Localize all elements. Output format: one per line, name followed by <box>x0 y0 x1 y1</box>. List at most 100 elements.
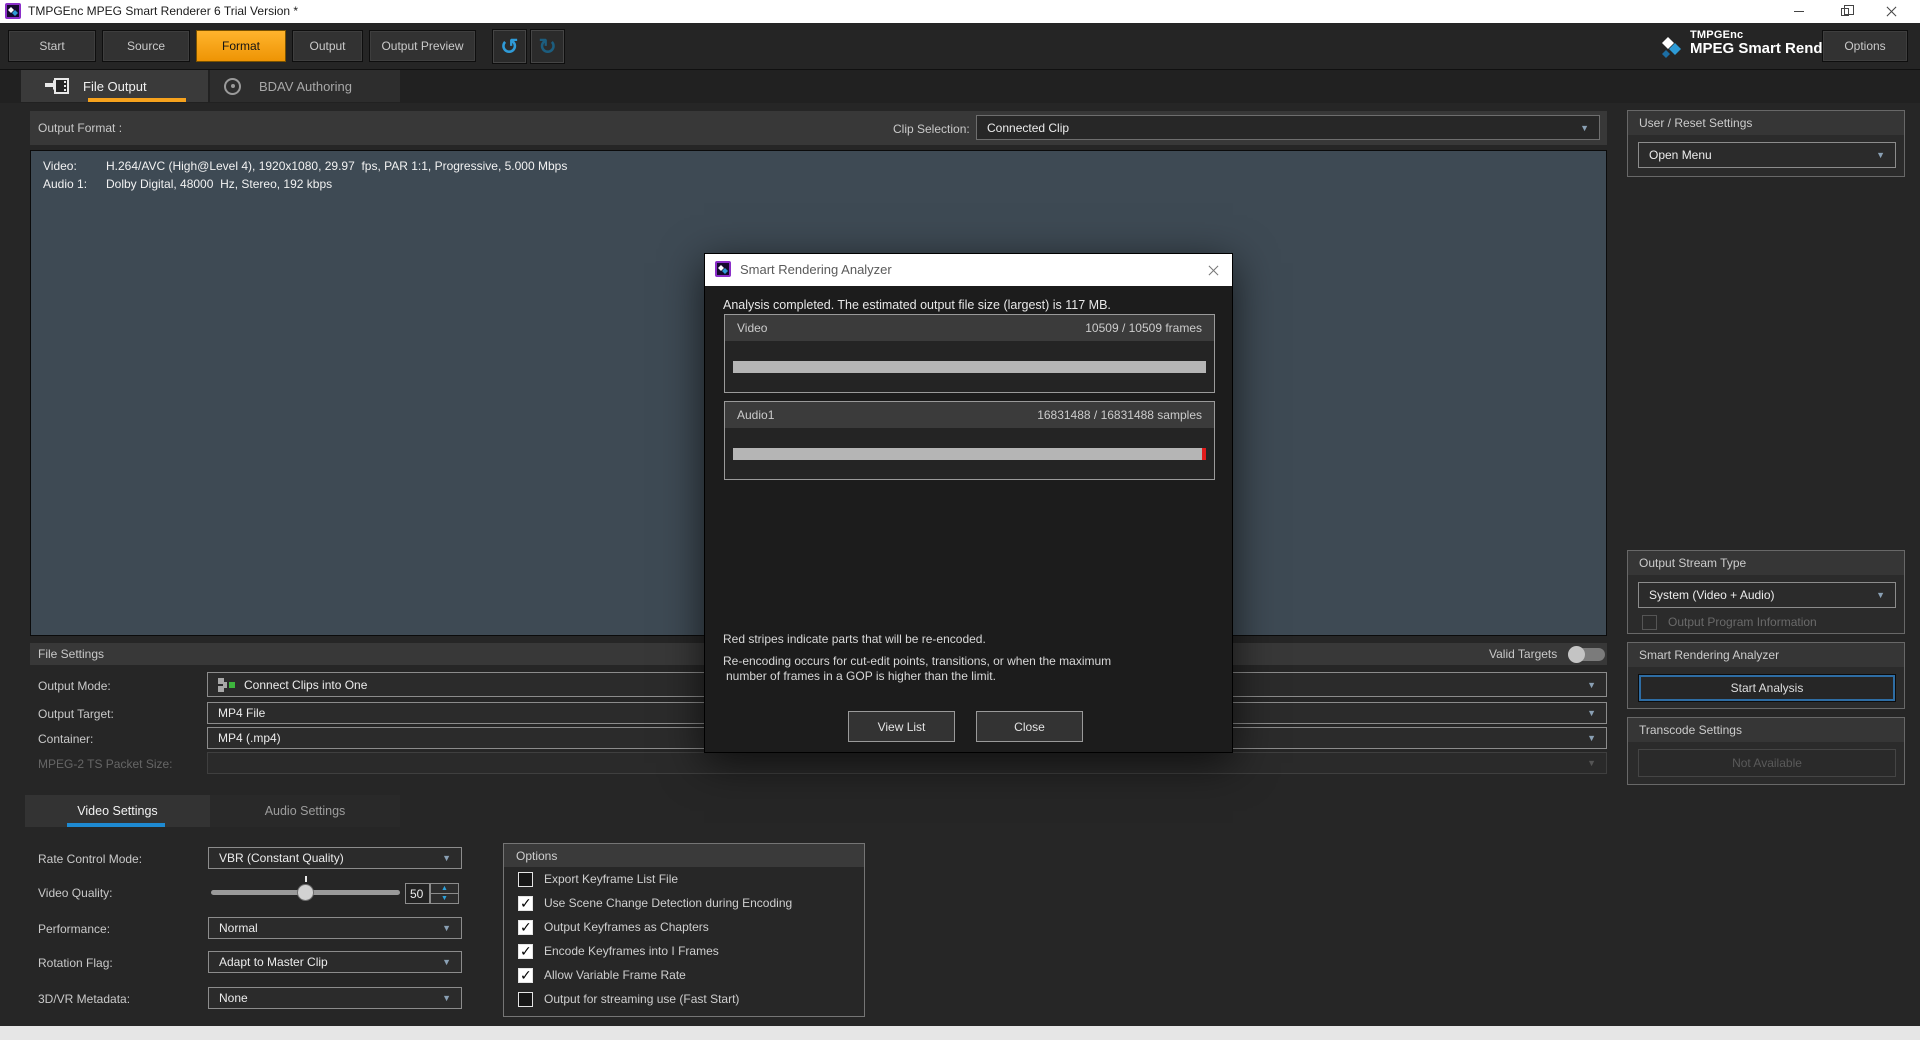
undo-button[interactable] <box>492 29 527 64</box>
rotation-flag-dropdown[interactable]: Adapt to Master Clip <box>208 951 462 973</box>
slider-tick <box>305 876 307 882</box>
output-target-label: Output Target: <box>38 707 114 721</box>
performance-value: Normal <box>219 921 258 935</box>
view-list-button[interactable]: View List <box>848 711 955 742</box>
options-button[interactable]: Options <box>1822 30 1908 62</box>
checkbox[interactable] <box>518 944 533 959</box>
option-keyframes-iframes[interactable]: Encode Keyframes into I Frames <box>504 939 864 963</box>
transcode-settings-title: Transcode Settings <box>1628 718 1904 742</box>
option-fast-start[interactable]: Output for streaming use (Fast Start) <box>504 987 864 1011</box>
output-target-value: MP4 File <box>218 706 265 720</box>
quality-spin-down[interactable] <box>430 893 459 904</box>
transcode-settings-group: Transcode Settings Not Available <box>1627 717 1905 785</box>
dialog-note-reencoding-2: number of frames in a GOP is higher than… <box>726 669 996 683</box>
output-program-info-option: Output Program Information <box>1628 610 1904 634</box>
valid-targets-toggle[interactable] <box>1568 648 1605 661</box>
video-progress-count: 10509 / 10509 frames <box>1085 321 1202 335</box>
toggle-knob <box>1568 646 1585 663</box>
checkbox <box>1642 615 1657 630</box>
option-variable-framerate[interactable]: Allow Variable Frame Rate <box>504 963 864 987</box>
audio-info-label: Audio 1: <box>43 177 87 191</box>
checkbox[interactable] <box>518 896 533 911</box>
dialog-close-button[interactable] <box>1204 262 1222 280</box>
video-quality-label: Video Quality: <box>38 886 113 900</box>
dialog-app-icon <box>715 261 731 277</box>
tab-file-output-label: File Output <box>83 79 147 94</box>
close-icon <box>1886 7 1896 17</box>
checkbox[interactable] <box>518 968 533 983</box>
dialog-note-red-stripes: Red stripes indicate parts that will be … <box>723 632 986 646</box>
output-format-label: Output Format : <box>38 121 122 135</box>
output-stream-type-value: System (Video + Audio) <box>1649 588 1775 602</box>
output-stream-type-group: Output Stream Type System (Video + Audio… <box>1627 550 1905 634</box>
audio-info-value: Dolby Digital, 48000 Hz, Stereo, 192 kbp… <box>106 177 332 191</box>
video-quality-slider-handle[interactable] <box>297 884 314 901</box>
rate-control-dropdown[interactable]: VBR (Constant Quality) <box>208 847 462 869</box>
audio-progress-label: Audio1 <box>737 408 774 422</box>
window-bottom-edge <box>0 1026 1920 1040</box>
close-button[interactable] <box>1868 0 1914 23</box>
video-quality-value: 50 <box>410 887 423 901</box>
dialog-close-icon <box>1208 266 1218 276</box>
checkbox[interactable] <box>518 992 533 1007</box>
option-label: Export Keyframe List File <box>544 872 678 886</box>
ts-packet-size-label: MPEG-2 TS Packet Size: <box>38 757 173 771</box>
audio-progress-group: Audio1 16831488 / 16831488 samples <box>724 401 1215 480</box>
option-keyframes-chapters[interactable]: Output Keyframes as Chapters <box>504 915 864 939</box>
option-label: Use Scene Change Detection during Encodi… <box>544 896 792 910</box>
app-icon <box>5 3 21 19</box>
smart-rendering-analyzer-title: Smart Rendering Analyzer <box>1628 643 1904 667</box>
restore-button[interactable] <box>1822 0 1868 23</box>
video-info-value: H.264/AVC (High@Level 4), 1920x1080, 29.… <box>106 159 567 173</box>
video-settings-underline <box>67 823 165 827</box>
tab-output[interactable]: Output <box>292 30 363 62</box>
valid-targets-label: Valid Targets <box>1489 647 1557 661</box>
os-titlebar: TMPGEnc MPEG Smart Renderer 6 Trial Vers… <box>0 0 1920 23</box>
performance-label: Performance: <box>38 922 110 936</box>
video-progress-bar <box>733 361 1206 373</box>
clip-selection-value: Connected Clip <box>987 121 1069 135</box>
smart-rendering-analyzer-group: Smart Rendering Analyzer Start Analysis <box>1627 642 1905 709</box>
rate-control-value: VBR (Constant Quality) <box>219 851 344 865</box>
clip-selection-dropdown[interactable]: Connected Clip <box>976 115 1600 140</box>
main-toolbar: Start Source Format Output Output Previe… <box>0 23 1920 70</box>
checkbox[interactable] <box>518 920 533 935</box>
option-scene-change[interactable]: Use Scene Change Detection during Encodi… <box>504 891 864 915</box>
checkbox[interactable] <box>518 872 533 887</box>
window-title: TMPGEnc MPEG Smart Renderer 6 Trial Vers… <box>28 0 298 23</box>
video-progress-group: Video 10509 / 10509 frames <box>724 314 1215 393</box>
output-mode-label: Output Mode: <box>38 679 111 693</box>
metadata-3dvr-dropdown[interactable]: None <box>208 987 462 1009</box>
rotation-flag-value: Adapt to Master Clip <box>219 955 328 969</box>
options-panel: Options Export Keyframe List File Use Sc… <box>503 843 865 1017</box>
metadata-3dvr-value: None <box>219 991 248 1005</box>
tab-output-preview[interactable]: Output Preview <box>369 30 476 62</box>
tab-format[interactable]: Format <box>196 30 286 62</box>
audio-progress-bar <box>733 448 1206 460</box>
audio-progress-fill <box>733 448 1206 460</box>
tab-source[interactable]: Source <box>102 30 190 62</box>
option-export-keyframe[interactable]: Export Keyframe List File <box>504 867 864 891</box>
start-analysis-button[interactable]: Start Analysis <box>1638 674 1896 702</box>
video-quality-input[interactable]: 50 <box>405 883 430 904</box>
app-window: TMPGEnc MPEG Smart Renderer 6 Trial Vers… <box>0 0 1920 1040</box>
file-settings-title: File Settings <box>38 647 104 661</box>
clip-selection-label: Clip Selection: <box>893 122 970 136</box>
output-stream-type-dropdown[interactable]: System (Video + Audio) <box>1638 582 1896 608</box>
option-label: Encode Keyframes into I Frames <box>544 944 719 958</box>
redo-icon <box>538 36 556 58</box>
tab-start[interactable]: Start <box>8 30 96 62</box>
user-reset-settings-group: User / Reset Settings Open Menu <box>1627 110 1905 177</box>
open-menu-dropdown[interactable]: Open Menu <box>1638 142 1896 168</box>
tab-audio-settings[interactable]: Audio Settings <box>210 795 400 827</box>
performance-dropdown[interactable]: Normal <box>208 917 462 939</box>
dialog-close-action-button[interactable]: Close <box>976 711 1083 742</box>
redo-button[interactable] <box>530 29 565 64</box>
minimize-button[interactable] <box>1776 0 1822 23</box>
tab-file-output[interactable]: File Output <box>21 70 208 102</box>
options-title: Options <box>504 844 864 867</box>
container-label: Container: <box>38 732 93 746</box>
option-label: Output for streaming use (Fast Start) <box>544 992 739 1006</box>
tab-bdav-authoring[interactable]: BDAV Authoring <box>210 70 400 102</box>
audio-progress-count: 16831488 / 16831488 samples <box>1037 408 1202 422</box>
